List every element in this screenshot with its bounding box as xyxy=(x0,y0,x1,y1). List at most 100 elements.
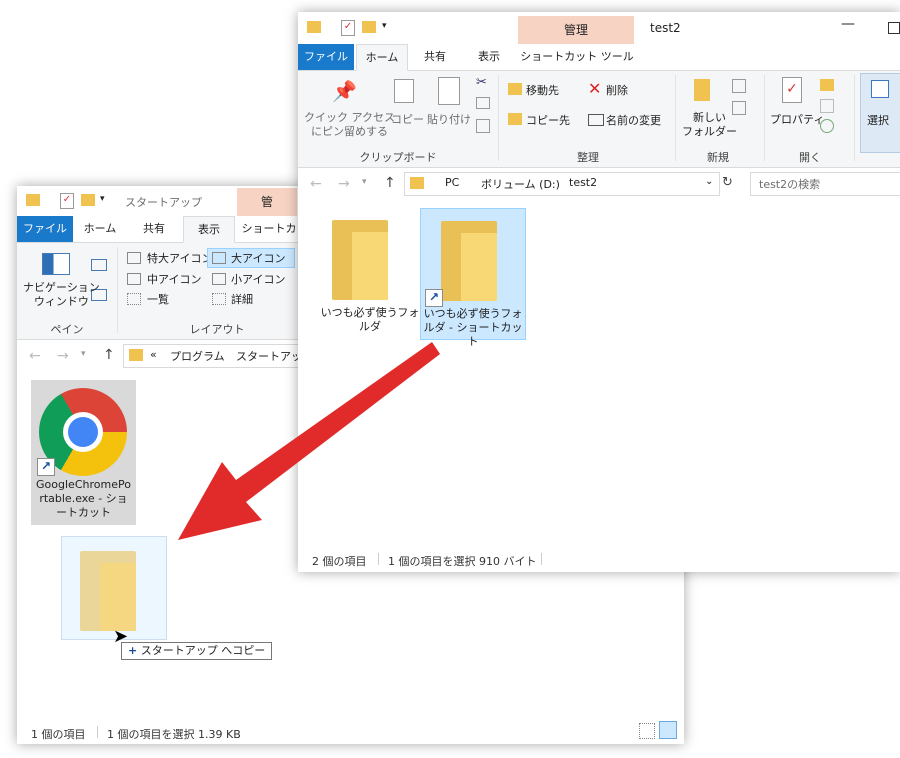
tab-view[interactable]: 表示 xyxy=(464,44,514,70)
folder-front xyxy=(100,563,136,631)
group-clipboard-label: クリップボード xyxy=(359,151,437,164)
tab-share[interactable]: 共有 xyxy=(410,44,460,70)
nav-up-button[interactable]: ↑ xyxy=(103,347,115,363)
customize-qa-icon[interactable]: ▾ xyxy=(100,194,105,204)
rename-button[interactable]: 名前の変更 xyxy=(606,112,661,128)
drag-tooltip: + スタートアップ へコピー xyxy=(121,642,273,660)
tab-share[interactable]: 共有 xyxy=(129,216,179,242)
properties-qa-icon[interactable]: ✓ xyxy=(341,20,355,36)
ribbon-separator xyxy=(764,75,765,161)
copy-button[interactable]: コピー xyxy=(391,111,424,127)
tab-file[interactable]: ファイル xyxy=(17,216,73,242)
nav-back-button[interactable]: ← xyxy=(29,348,41,364)
properties-qa-icon[interactable]: ✓ xyxy=(60,193,74,209)
new-folder-button[interactable]: 新しい フォルダー xyxy=(682,111,737,139)
tab-home[interactable]: ホーム xyxy=(75,216,125,242)
ribbon-separator xyxy=(675,75,676,161)
search-placeholder: test2の検索 xyxy=(759,178,821,191)
copy-path-icon[interactable] xyxy=(476,97,490,109)
search-box[interactable]: test2の検索 xyxy=(750,172,900,196)
navigation-pane-icon xyxy=(42,253,70,275)
folder-icon xyxy=(129,349,143,361)
details-option[interactable]: 詳細 xyxy=(231,291,253,307)
nav-forward-button[interactable]: → xyxy=(338,176,350,192)
select-button-frame[interactable]: 選択 xyxy=(860,73,900,153)
preview-pane-icon[interactable] xyxy=(91,259,107,271)
large-icons-view-icon[interactable] xyxy=(659,721,677,739)
address-bar[interactable]: PC ボリューム (D:) test2 ⌄ xyxy=(404,172,720,196)
copy-to-button[interactable]: コピー先 xyxy=(526,112,570,128)
details-view-icon[interactable] xyxy=(639,723,655,739)
breadcrumb-pc[interactable]: PC xyxy=(445,176,459,189)
paste-shortcut-icon[interactable] xyxy=(476,119,490,133)
small-icons-option[interactable]: 小アイコン xyxy=(231,271,285,287)
copy-icon xyxy=(394,79,414,103)
pin-quick-access-button[interactable]: クイック アクセス にピン留めする xyxy=(304,111,395,139)
item-label: いつも必ず使うフォルダ xyxy=(320,306,420,333)
ribbon-separator xyxy=(854,75,855,161)
status-item-count: 1 個の項目 xyxy=(31,728,86,741)
delete-button[interactable]: 削除 xyxy=(606,82,628,98)
small-icons-icon xyxy=(212,273,226,285)
status-item-count: 2 個の項目 xyxy=(312,555,367,568)
paste-icon xyxy=(438,77,460,105)
minimize-button[interactable]: — xyxy=(841,16,855,32)
open-icon[interactable] xyxy=(820,79,834,91)
test2-window: ✓ ▾ 管理 test2 — ファイル ホーム 共有 表示 ショートカット ツー… xyxy=(298,12,900,572)
extra-large-icons-option[interactable]: 特大アイコン xyxy=(147,250,212,266)
group-organize-label: 整理 xyxy=(577,151,599,164)
select-label: 選択 xyxy=(867,114,889,127)
easy-access-icon[interactable] xyxy=(732,101,746,115)
tab-file[interactable]: ファイル xyxy=(298,44,354,70)
shortcut-overlay-icon: ↗ xyxy=(425,289,443,307)
list-option[interactable]: 一覧 xyxy=(147,291,169,307)
medium-icons-option[interactable]: 中アイコン xyxy=(147,271,201,287)
breadcrumb-programs[interactable]: プログラム xyxy=(170,348,225,364)
tab-shortcut-tools[interactable]: ショートカット ツール xyxy=(520,44,634,70)
address-bar[interactable]: « プログラム スタートアップ xyxy=(123,344,325,368)
large-icons-option[interactable]: 大アイコン xyxy=(231,250,285,266)
tab-shortcut-tools[interactable]: ショートカ xyxy=(239,216,299,242)
pin-icon: 📌 xyxy=(332,79,357,103)
tab-home[interactable]: ホーム xyxy=(356,44,408,71)
status-separator xyxy=(97,726,98,738)
paste-button[interactable]: 貼り付け xyxy=(427,111,471,127)
breadcrumb-overflow[interactable]: « xyxy=(150,348,157,361)
drag-ghost xyxy=(61,536,167,640)
new-folder-qa-icon[interactable] xyxy=(362,21,376,33)
recent-locations-icon[interactable]: ▾ xyxy=(81,349,86,359)
shortcut-overlay-icon: ↗ xyxy=(37,458,55,476)
item-label: GoogleChromePortable.exe - ショートカット xyxy=(36,478,131,519)
breadcrumb-volume[interactable]: ボリューム (D:) xyxy=(481,176,560,192)
ribbon-home: 📌 クイック アクセス にピン留めする コピー 貼り付け ✂ クリップボード 移… xyxy=(298,71,900,168)
breadcrumb-test2[interactable]: test2 xyxy=(569,176,597,189)
tab-view[interactable]: 表示 xyxy=(183,216,235,243)
nav-forward-button[interactable]: → xyxy=(57,348,69,364)
details-icon xyxy=(212,293,226,305)
history-icon[interactable] xyxy=(820,119,834,133)
nav-back-button[interactable]: ← xyxy=(310,176,322,192)
group-open-label: 開く xyxy=(799,151,821,164)
nav-up-button[interactable]: ↑ xyxy=(384,175,396,191)
properties-button[interactable]: プロパティ xyxy=(770,111,824,127)
edit-icon[interactable] xyxy=(820,99,834,113)
address-dropdown-icon[interactable]: ⌄ xyxy=(705,176,713,187)
copy-to-icon xyxy=(508,113,522,125)
maximize-button[interactable] xyxy=(888,22,900,34)
list-item-selected[interactable]: ↗ いつも必ず使うフォルダ - ショートカット xyxy=(420,208,526,348)
new-folder-qa-icon[interactable] xyxy=(81,194,95,206)
customize-qa-icon[interactable]: ▾ xyxy=(382,21,387,31)
cut-icon[interactable]: ✂ xyxy=(476,75,487,90)
recent-locations-icon[interactable]: ▾ xyxy=(362,177,367,187)
refresh-button[interactable]: ↻ xyxy=(722,175,733,190)
list-item[interactable]: いつも必ず使うフォルダ xyxy=(318,208,422,338)
folder-front xyxy=(461,233,497,301)
new-item-icon[interactable] xyxy=(732,79,746,93)
navigation-pane-button[interactable]: ナビゲーション ウィンドウ xyxy=(23,281,100,309)
list-icon xyxy=(127,293,141,305)
move-to-icon xyxy=(508,83,522,95)
move-to-button[interactable]: 移動先 xyxy=(526,82,559,98)
window-title: test2 xyxy=(650,21,681,35)
list-item[interactable]: ↗ GoogleChromePortable.exe - ショートカット xyxy=(31,380,136,525)
folder-icon xyxy=(307,21,321,33)
